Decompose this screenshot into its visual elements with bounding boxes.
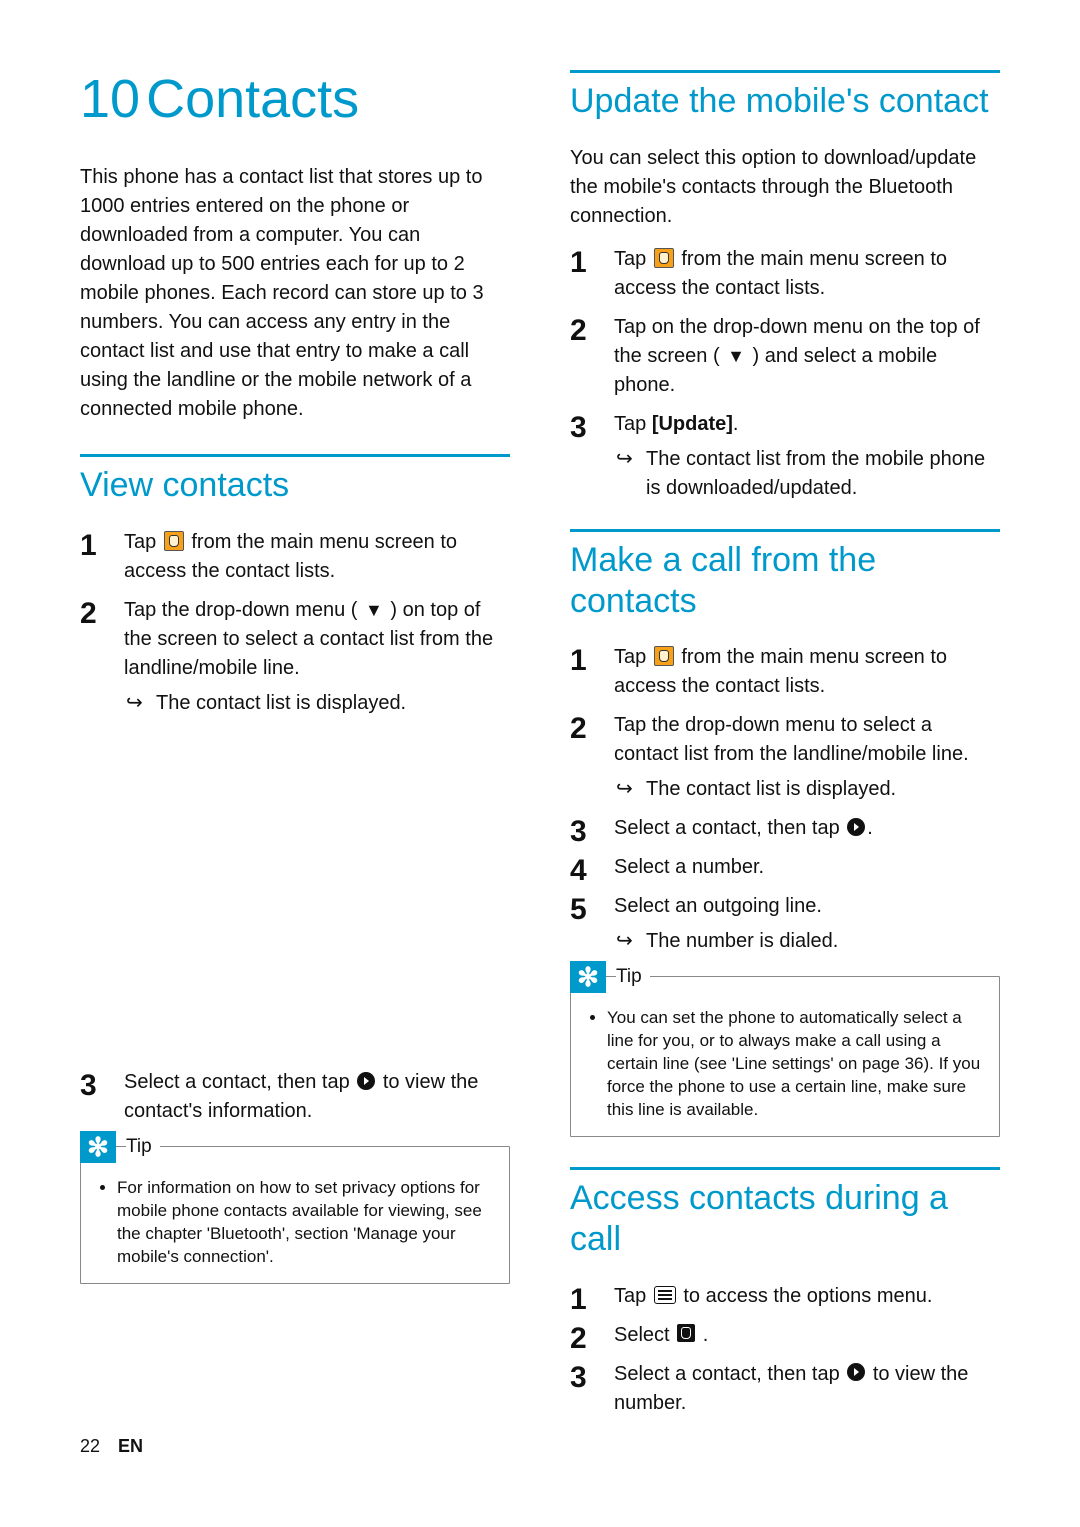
chapter-title-text: Contacts xyxy=(146,69,359,129)
two-column-layout: 10Contacts This phone has a contact list… xyxy=(80,70,1000,1438)
left-column: 10Contacts This phone has a contact list… xyxy=(80,70,510,1438)
page-number: 22 xyxy=(80,1436,100,1456)
play-icon xyxy=(847,818,865,836)
contacts-icon xyxy=(164,531,184,551)
step-3: 3 Select a contact, then tap to view the… xyxy=(570,1360,1000,1418)
contacts-icon xyxy=(654,646,674,666)
section-rule xyxy=(570,1167,1000,1170)
step-1: 1 Tap from the main menu screen to acces… xyxy=(570,643,1000,701)
step-2: 2 Select . xyxy=(570,1321,1000,1350)
step-3: 3 Tap [Update]. The contact list from th… xyxy=(570,410,1000,503)
contacts-icon xyxy=(654,248,674,268)
make-call-heading: Make a call from the contacts xyxy=(570,540,1000,622)
language-code: EN xyxy=(118,1436,143,1456)
update-button-label: [Update] xyxy=(652,413,733,435)
step-1: 1 Tap from the main menu screen to acces… xyxy=(80,528,510,586)
section-rule xyxy=(570,529,1000,532)
contacts-dark-icon xyxy=(677,1324,695,1342)
make-call-steps: 1 Tap from the main menu screen to acces… xyxy=(570,643,1000,956)
manual-page: 10Contacts This phone has a contact list… xyxy=(0,0,1080,1527)
tip-label: Tip xyxy=(616,966,650,988)
page-footer: 22 EN xyxy=(80,1436,143,1457)
tip-box-privacy: ✻ Tip For information on how to set priv… xyxy=(80,1146,510,1284)
step-2: 2 Tap the drop-down menu to select a con… xyxy=(570,711,1000,804)
view-contacts-steps: 1 Tap from the main menu screen to acces… xyxy=(80,528,510,718)
update-steps: 1 Tap from the main menu screen to acces… xyxy=(570,245,1000,503)
tip-box-line: ✻ Tip You can set the phone to automatic… xyxy=(570,976,1000,1137)
step-1: 1 Tap to access the options menu. xyxy=(570,1282,1000,1311)
section-rule xyxy=(570,70,1000,73)
update-intro: You can select this option to download/u… xyxy=(570,144,1000,231)
chapter-number: 10 xyxy=(80,69,140,129)
intro-paragraph: This phone has a contact list that store… xyxy=(80,163,510,424)
access-steps: 1 Tap to access the options menu. 2 Sele… xyxy=(570,1282,1000,1418)
step-2-result: The contact list is displayed. xyxy=(614,775,1000,804)
tip-badge-icon: ✻ xyxy=(80,1131,116,1163)
step-5-result: The number is dialed. xyxy=(614,927,1000,956)
step-3-result: The contact list from the mobile phone i… xyxy=(614,445,1000,503)
step-4: 4 Select a number. xyxy=(570,853,1000,882)
right-column: Update the mobile's contact You can sele… xyxy=(570,70,1000,1438)
tip-header: ✻ Tip xyxy=(80,1131,160,1163)
screenshot-placeholder xyxy=(80,738,510,1068)
update-contact-heading: Update the mobile's contact xyxy=(570,81,1000,122)
step-2: 2 Tap the drop-down menu ( ▼ ) on top of… xyxy=(80,596,510,718)
play-icon xyxy=(357,1072,375,1090)
tip-text: You can set the phone to automatically s… xyxy=(607,1007,983,1122)
play-icon xyxy=(847,1363,865,1381)
tip-text: For information on how to set privacy op… xyxy=(117,1177,493,1269)
step-1: 1 Tap from the main menu screen to acces… xyxy=(570,245,1000,303)
tip-label: Tip xyxy=(126,1136,160,1158)
menu-icon xyxy=(654,1286,676,1304)
step-3: 3 Select a contact, then tap . xyxy=(570,814,1000,843)
view-contacts-heading: View contacts xyxy=(80,465,510,506)
step-2: 2 Tap on the drop-down menu on the top o… xyxy=(570,313,1000,400)
chapter-title: 10Contacts xyxy=(80,70,510,129)
step-3: 3 Select a contact, then tap to view the… xyxy=(80,1068,510,1126)
view-contacts-steps-cont: 3 Select a contact, then tap to view the… xyxy=(80,1068,510,1126)
tip-badge-icon: ✻ xyxy=(570,961,606,993)
tip-header: ✻ Tip xyxy=(570,961,650,993)
step-5: 5 Select an outgoing line. The number is… xyxy=(570,892,1000,956)
step-2-result: The contact list is displayed. xyxy=(124,689,510,718)
section-rule xyxy=(80,454,510,457)
access-during-call-heading: Access contacts during a call xyxy=(570,1178,1000,1260)
